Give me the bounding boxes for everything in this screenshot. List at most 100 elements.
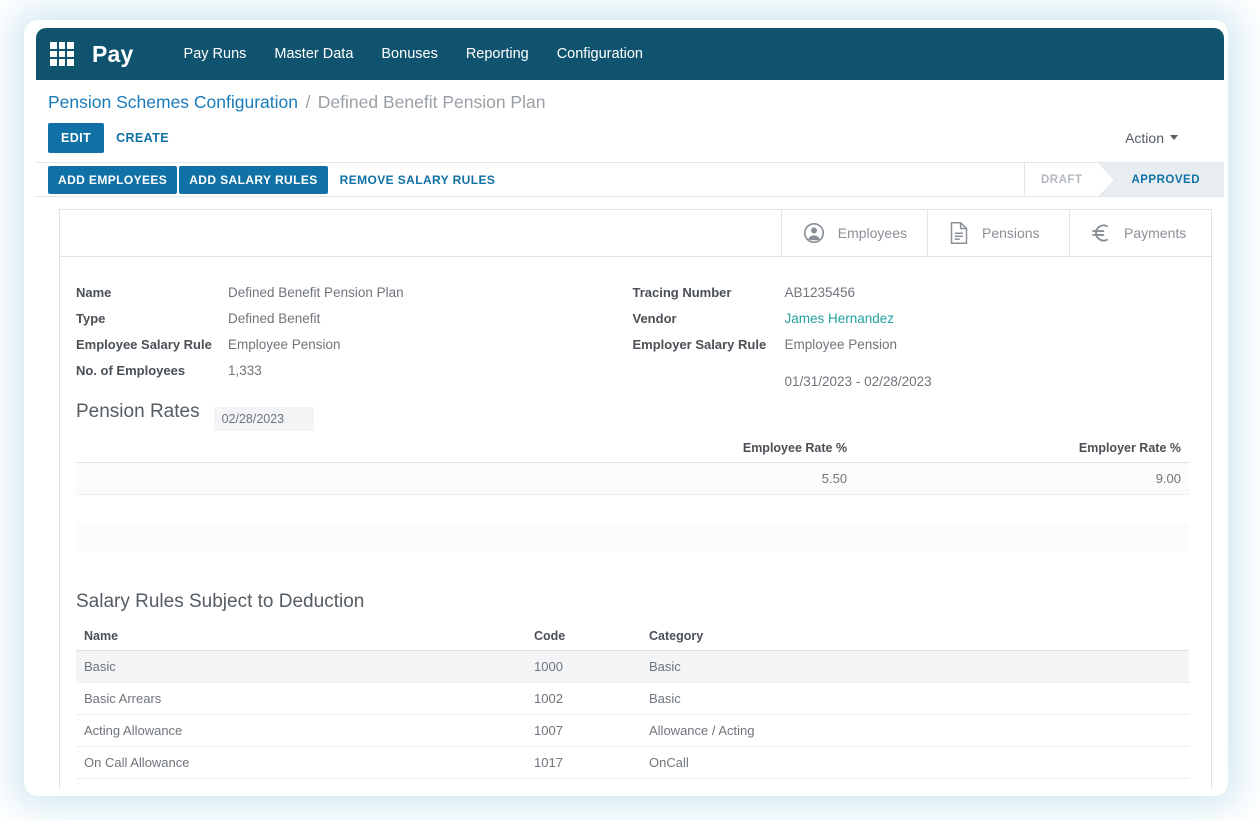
- breadcrumb-current: Defined Benefit Pension Plan: [318, 92, 546, 112]
- pension-rates-title: Pension Rates: [76, 401, 200, 423]
- empty-cell: [855, 495, 1189, 523]
- empty-cell: [76, 523, 521, 551]
- salary-rules-col-category: Category: [641, 625, 1189, 651]
- edit-button[interactable]: EDIT: [48, 123, 104, 153]
- record-form: Name Defined Benefit Pension Plan Type D…: [60, 257, 1211, 389]
- pension-rates-row[interactable]: 5.50 9.00: [76, 463, 1189, 495]
- action-dropdown-label: Action: [1125, 130, 1164, 146]
- pension-rates-col-employer-rate: Employer Rate %: [855, 437, 1189, 463]
- table-row[interactable]: On Call Allowance 1017 OnCall: [76, 746, 1189, 778]
- table-row[interactable]: Acting Allowance 1007 Allowance / Acting: [76, 714, 1189, 746]
- field-name-value[interactable]: Defined Benefit Pension Plan: [228, 285, 404, 300]
- field-name: Name Defined Benefit Pension Plan: [76, 285, 633, 300]
- toolbar-status-bar: ADD EMPLOYEES ADD SALARY RULES REMOVE SA…: [36, 163, 1224, 197]
- nav-item-bonuses[interactable]: Bonuses: [367, 40, 451, 68]
- salary-rules-header-row: Name Code Category: [76, 625, 1189, 651]
- euro-icon: [1090, 221, 1112, 245]
- stat-button-pensions-label: Pensions: [982, 225, 1040, 241]
- nav-item-pay-runs[interactable]: Pay Runs: [170, 40, 261, 68]
- field-vendor-label: Vendor: [633, 311, 785, 326]
- nav-item-master-data[interactable]: Master Data: [260, 40, 367, 68]
- pension-rates-table: Employee Rate % Employer Rate % 5.50 9.0…: [76, 437, 1189, 551]
- table-row[interactable]: Basic Arrears 1002 Basic: [76, 682, 1189, 714]
- record-sheet: Employees Pensions: [59, 209, 1212, 789]
- field-type-label: Type: [76, 311, 228, 326]
- form-column-right: Tracing Number AB1235456 Vendor James He…: [633, 285, 1190, 389]
- empty-cell: [521, 523, 855, 551]
- remove-salary-rules-button[interactable]: REMOVE SALARY RULES: [330, 166, 506, 194]
- field-employer-salary-rule: Employer Salary Rule Employee Pension: [633, 337, 1190, 352]
- field-employer-salary-rule-value[interactable]: Employee Pension: [785, 337, 898, 352]
- salary-rule-name: On Call Allowance: [76, 746, 526, 778]
- pension-rates-col-employee-rate: Employee Rate %: [521, 437, 855, 463]
- sheet-container: Employees Pensions: [36, 197, 1224, 789]
- salary-rule-code: 1017: [526, 746, 641, 778]
- top-navigation-bar: Pay Pay Runs Master Data Bonuses Reporti…: [36, 28, 1224, 80]
- field-vendor: Vendor James Hernandez: [633, 311, 1190, 326]
- salary-rule-code: 1007: [526, 714, 641, 746]
- stat-button-employees[interactable]: Employees: [781, 210, 927, 256]
- field-date-range: 01/31/2023 - 02/28/2023: [785, 374, 1190, 389]
- field-no-of-employees-value[interactable]: 1,333: [228, 363, 262, 378]
- salary-rules-title: Salary Rules Subject to Deduction: [60, 591, 1211, 613]
- pension-rates-header-row: Employee Rate % Employer Rate %: [76, 437, 1189, 463]
- pension-rates-cell-employee-rate: 5.50: [521, 463, 855, 495]
- table-row[interactable]: Basic 1000 Basic: [76, 650, 1189, 682]
- field-vendor-value-link[interactable]: James Hernandez: [785, 311, 895, 326]
- action-dropdown[interactable]: Action: [1125, 130, 1210, 146]
- pension-rates-cell-employer-rate: 9.00: [855, 463, 1189, 495]
- record-action-bar: EDIT CREATE Action: [36, 119, 1224, 163]
- screen: Pay Pay Runs Master Data Bonuses Reporti…: [0, 0, 1260, 820]
- pension-rates-empty-row: [76, 495, 1189, 523]
- salary-rule-category: Basic: [641, 650, 1189, 682]
- stat-button-payments[interactable]: Payments: [1069, 210, 1211, 256]
- field-tracing-number-value[interactable]: AB1235456: [785, 285, 856, 300]
- stat-button-employees-label: Employees: [838, 225, 907, 241]
- status-pipeline: DRAFT APPROVED: [1024, 163, 1224, 196]
- pension-rates-date-input[interactable]: 02/28/2023: [214, 407, 315, 431]
- add-employees-button[interactable]: ADD EMPLOYEES: [48, 166, 177, 194]
- grid-apps-icon[interactable]: [50, 42, 74, 66]
- stat-button-group: Employees Pensions: [60, 210, 1211, 257]
- nav-menu: Pay Runs Master Data Bonuses Reporting C…: [170, 40, 657, 68]
- document-icon: [948, 221, 970, 245]
- salary-rules-col-name: Name: [76, 625, 526, 651]
- field-type-value[interactable]: Defined Benefit: [228, 311, 320, 326]
- create-button[interactable]: CREATE: [104, 123, 181, 153]
- field-type: Type Defined Benefit: [76, 311, 633, 326]
- status-stage-separator-icon: [1098, 163, 1115, 196]
- pension-rates-col-blank: [76, 437, 521, 463]
- breadcrumb-parent-link[interactable]: Pension Schemes Configuration: [48, 92, 298, 112]
- field-employee-salary-rule-value[interactable]: Employee Pension: [228, 337, 341, 352]
- pension-rates-add-row[interactable]: [76, 523, 1189, 551]
- status-stage-draft[interactable]: DRAFT: [1025, 163, 1098, 196]
- salary-rule-code: 1000: [526, 650, 641, 682]
- field-name-label: Name: [76, 285, 228, 300]
- field-employer-salary-rule-label: Employer Salary Rule: [633, 337, 785, 352]
- field-employee-salary-rule-label: Employee Salary Rule: [76, 337, 228, 352]
- salary-rule-name: Basic Arrears: [76, 682, 526, 714]
- breadcrumb-separator: /: [302, 92, 313, 112]
- field-tracing-number: Tracing Number AB1235456: [633, 285, 1190, 300]
- pension-rates-cell-blank: [76, 463, 521, 495]
- breadcrumb: Pension Schemes Configuration / Defined …: [36, 80, 1224, 119]
- salary-rule-code: 1002: [526, 682, 641, 714]
- chevron-down-icon: [1170, 135, 1178, 140]
- field-no-of-employees-label: No. of Employees: [76, 363, 228, 378]
- add-salary-rules-button[interactable]: ADD SALARY RULES: [179, 166, 327, 194]
- user-circle-icon: [802, 221, 826, 245]
- nav-item-configuration[interactable]: Configuration: [543, 40, 657, 68]
- nav-item-reporting[interactable]: Reporting: [452, 40, 543, 68]
- salary-rules-table: Name Code Category Basic 1000 Basic Basi…: [76, 625, 1189, 779]
- salary-rule-category: Basic: [641, 682, 1189, 714]
- app-brand-pay[interactable]: Pay: [92, 41, 134, 68]
- empty-cell: [855, 523, 1189, 551]
- stat-button-payments-label: Payments: [1124, 225, 1186, 241]
- field-tracing-number-label: Tracing Number: [633, 285, 785, 300]
- application-window: Pay Pay Runs Master Data Bonuses Reporti…: [36, 28, 1224, 790]
- pension-rates-header: Pension Rates 02/28/2023: [60, 401, 1211, 425]
- status-stage-approved[interactable]: APPROVED: [1115, 163, 1224, 196]
- salary-rule-category: Allowance / Acting: [641, 714, 1189, 746]
- form-columns: Name Defined Benefit Pension Plan Type D…: [76, 285, 1189, 389]
- stat-button-pensions[interactable]: Pensions: [927, 210, 1069, 256]
